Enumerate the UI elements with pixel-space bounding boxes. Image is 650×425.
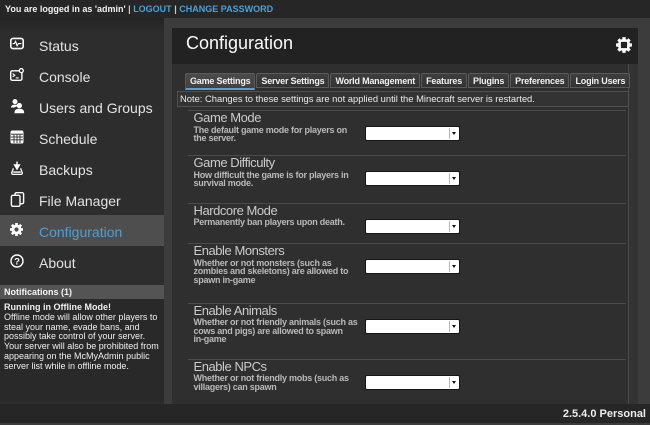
svg-text:?: ? bbox=[14, 256, 20, 267]
